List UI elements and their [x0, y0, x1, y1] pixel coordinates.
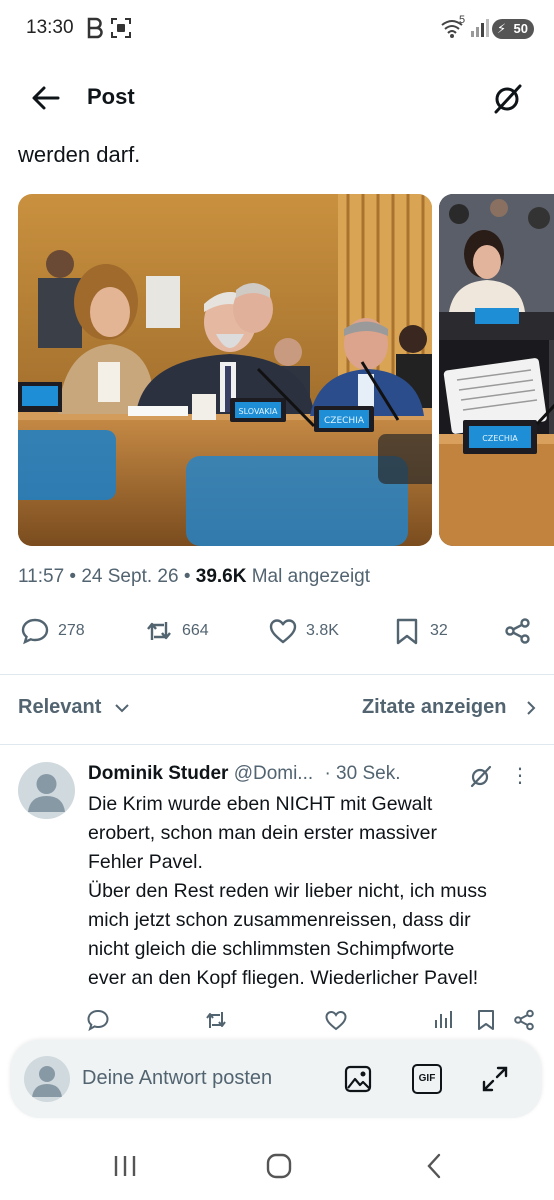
heart-icon — [269, 619, 297, 644]
tweet-meta: 11:57 • 24 Sept. 26 • 39.6K Mal angezeig… — [18, 566, 370, 588]
more-icon[interactable]: ⋮ — [510, 763, 530, 788]
composer-avatar — [24, 1056, 70, 1102]
like-button[interactable]: 3.8K — [268, 616, 339, 646]
bookmark-button[interactable]: 32 — [392, 616, 448, 646]
bookmark-count: 32 — [430, 622, 448, 639]
status-bar: 13:30 5 ⚡ 50 — [0, 0, 554, 58]
reply-time: · 30 Sek. — [324, 763, 401, 784]
share-icon — [505, 618, 530, 644]
reply-composer: Deine Antwort posten GIF — [10, 1040, 542, 1118]
conference-photo: SLOVAKIA CZECHIA — [18, 194, 432, 546]
reply-line: erobert, schon man dein erster massiver — [88, 822, 437, 844]
grok-icon[interactable] — [468, 763, 494, 789]
repost-icon — [147, 622, 171, 640]
heart-icon[interactable] — [324, 1008, 348, 1032]
reply-header: Dominik Studer @Domi... · 30 Sek. ⋮ — [88, 763, 538, 789]
reply-icon — [21, 618, 49, 645]
reply-line: Die Krim wurde eben NICHT mit Gewalt — [88, 793, 433, 815]
reply-line: Fehler Pavel. — [88, 851, 203, 873]
bold-b-icon — [87, 17, 103, 39]
share-icon[interactable] — [512, 1008, 536, 1032]
show-quotes-link[interactable]: Zitate anzeigen — [362, 696, 536, 719]
tweet-actions: 278 664 3.8K 32 — [0, 612, 554, 656]
gif-button[interactable]: GIF — [412, 1064, 442, 1094]
like-count: 3.8K — [306, 622, 339, 639]
sort-relevant-label: Relevant — [18, 696, 102, 718]
share-button[interactable] — [503, 616, 533, 646]
default-avatar-icon — [28, 774, 65, 812]
reply-line: Über den Rest reden wir lieber nicht, ic… — [88, 880, 487, 902]
home-icon[interactable] — [265, 1152, 293, 1180]
reply-line: mich jetzt schon zusammenreissen, dass d… — [88, 909, 471, 931]
battery-indicator: ⚡ 50 — [492, 19, 534, 39]
views-label: Mal angezeigt — [246, 566, 371, 587]
divider — [0, 744, 554, 745]
view-count: 39.6K — [195, 566, 247, 587]
placard-czechia: CZECHIA — [324, 416, 365, 426]
reply-input[interactable]: Deine Antwort posten — [82, 1067, 272, 1090]
charging-icon: ⚡ — [497, 21, 507, 36]
reply-line: nicht gleich die schlimmsten Schimpfwort… — [88, 938, 455, 960]
repost-count: 664 — [182, 622, 209, 639]
reply-count: 278 — [58, 622, 85, 639]
bookmark-icon — [396, 618, 418, 645]
reply-icon[interactable] — [86, 1008, 110, 1032]
bookmark-icon[interactable] — [474, 1008, 498, 1032]
reply-button[interactable]: 278 — [20, 616, 85, 646]
tweet-image-1[interactable]: SLOVAKIA CZECHIA — [18, 194, 432, 546]
reply-author-name[interactable]: Dominik Studer — [88, 763, 228, 784]
reply-line: ever an den Kopf fliegen. Wiederlicher P… — [88, 967, 479, 989]
reply-avatar[interactable] — [18, 762, 75, 819]
status-time: 13:30 — [26, 17, 74, 38]
system-navigation-bar — [0, 1140, 554, 1200]
header: Post — [0, 72, 554, 124]
screenshot-icon — [111, 18, 131, 38]
reply-actions — [86, 1008, 546, 1034]
page-title: Post — [87, 84, 135, 109]
default-avatar-icon — [32, 1066, 62, 1097]
tweet-image-2[interactable]: CZECHIA — [439, 194, 554, 546]
expand-icon[interactable] — [480, 1064, 510, 1094]
tweet-text: werden darf. — [18, 142, 141, 167]
placard-czechia-2: CZECHIA — [482, 434, 518, 443]
chevron-right-icon — [527, 701, 536, 715]
network-label: 5 — [459, 14, 466, 26]
placard-slovakia: SLOVAKIA — [239, 407, 278, 416]
back-arrow-icon[interactable] — [30, 84, 62, 112]
divider — [0, 674, 554, 675]
battery-level: 50 — [513, 21, 528, 36]
repost-icon[interactable] — [204, 1008, 228, 1032]
reply-sort-row: Relevant Zitate anzeigen — [18, 696, 536, 724]
signal-icon — [471, 19, 489, 37]
grok-icon[interactable] — [490, 80, 526, 116]
conference-photo-2: CZECHIA — [439, 194, 554, 546]
sort-relevant-dropdown[interactable]: Relevant — [18, 696, 129, 719]
reply-text: Die Krim wurde eben NICHT mit Gewalt ero… — [88, 790, 544, 993]
show-quotes-label: Zitate anzeigen — [361, 696, 507, 718]
back-nav-icon[interactable] — [424, 1152, 444, 1180]
tweet-timestamp: 11:57 • 24 Sept. 26 • — [18, 566, 196, 587]
image-icon[interactable] — [343, 1064, 373, 1094]
reply-author-handle[interactable]: @Domi... — [234, 763, 313, 784]
recent-apps-icon[interactable] — [112, 1154, 138, 1178]
chevron-down-icon — [115, 704, 129, 713]
views-icon[interactable] — [432, 1008, 456, 1032]
repost-button[interactable]: 664 — [144, 616, 209, 646]
